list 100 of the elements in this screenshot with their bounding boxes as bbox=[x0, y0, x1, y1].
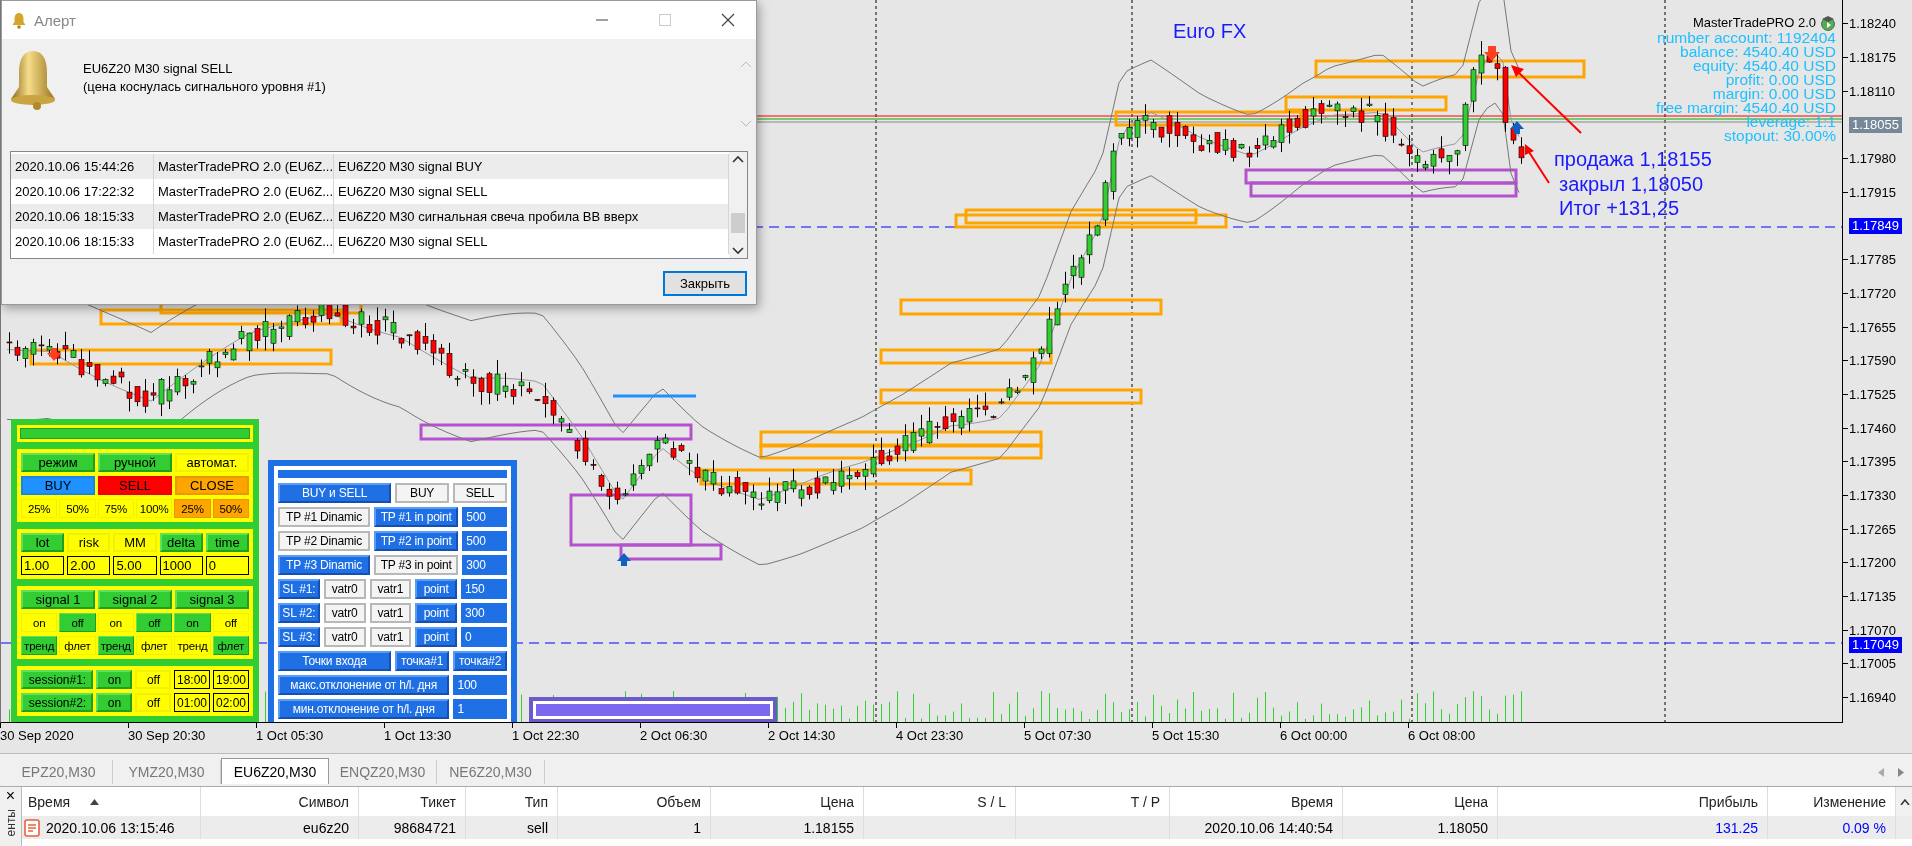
chart-tab[interactable]: EPZ20,M30 bbox=[5, 760, 113, 784]
input-field[interactable]: 01:00 bbox=[174, 693, 210, 712]
toggle-button[interactable]: SL #2: bbox=[278, 603, 320, 623]
toggle-button[interactable]: session#1: bbox=[21, 670, 93, 689]
action-button[interactable]: SELL bbox=[98, 476, 172, 495]
maximize-icon[interactable] bbox=[658, 13, 672, 27]
toggle-button[interactable]: delta bbox=[159, 533, 203, 552]
input-field[interactable]: 1 bbox=[453, 699, 507, 719]
toggle-button[interactable]: on bbox=[174, 613, 211, 632]
input-field[interactable]: 1000 bbox=[159, 556, 203, 575]
toggle-button[interactable]: vatr1 bbox=[369, 579, 412, 599]
toggle-button[interactable]: off bbox=[136, 613, 173, 632]
toggle-button[interactable]: off bbox=[135, 693, 171, 712]
table-row[interactable]: 2020.10.06 13:15:46 eu6z20 98684721 sell 1 1.18155 2020.10.06 14:40:54 1.18050 131.25 0.09 % bbox=[22, 816, 1912, 839]
action-button[interactable]: 25% bbox=[174, 499, 211, 518]
input-field[interactable]: 2.00 bbox=[67, 556, 111, 575]
input-field[interactable]: 1.00 bbox=[21, 556, 65, 575]
toggle-button[interactable]: point bbox=[415, 603, 458, 623]
toggle-button[interactable]: vatr1 bbox=[369, 603, 412, 623]
scroll-up-icon[interactable] bbox=[1899, 798, 1910, 805]
input-field[interactable]: 19:00 bbox=[213, 670, 249, 689]
toggle-button[interactable]: TP #3 in point bbox=[374, 555, 459, 575]
panel-label: енты bbox=[3, 809, 18, 837]
toggle-button[interactable]: risk bbox=[67, 533, 111, 552]
input-field[interactable]: 150 bbox=[461, 579, 507, 599]
toggle-button[interactable]: ручной bbox=[98, 453, 172, 472]
toggle-button[interactable]: BUY bbox=[395, 483, 450, 503]
chart-tab[interactable]: ENQZ20,M30 bbox=[329, 760, 437, 784]
toggle-button[interactable]: тренд bbox=[174, 636, 211, 655]
toggle-button[interactable]: TP #1 in point bbox=[374, 507, 459, 527]
toggle-button[interactable]: флет bbox=[212, 636, 249, 655]
annotation-text: Итог +131,25 bbox=[1558, 196, 1681, 220]
toggle-button[interactable]: 50% bbox=[59, 499, 96, 518]
chart-tab[interactable]: NE6Z20,M30 bbox=[437, 760, 545, 784]
account-info-text: margin: 0.00 USD bbox=[1712, 87, 1836, 101]
toggle-button[interactable]: point bbox=[415, 627, 458, 647]
close-icon[interactable]: × bbox=[5, 787, 16, 805]
toggle-button[interactable]: точка#1 bbox=[395, 651, 450, 671]
toggle-button[interactable]: SL #1: bbox=[278, 579, 320, 599]
toggle-button[interactable]: TP #2 in point bbox=[374, 531, 459, 551]
input-field[interactable]: 300 bbox=[462, 555, 507, 575]
toggle-button[interactable]: lot bbox=[21, 533, 65, 552]
toggle-button[interactable]: off bbox=[59, 613, 96, 632]
toggle-button[interactable]: signal 1 bbox=[21, 590, 95, 609]
toggle-button[interactable]: режим bbox=[21, 453, 95, 472]
toggle-button[interactable]: макс.отклонение от h/l. дня bbox=[278, 675, 450, 695]
toggle-button[interactable]: off bbox=[135, 670, 171, 689]
input-field[interactable]: 100 bbox=[453, 675, 507, 695]
toggle-button[interactable]: on bbox=[97, 613, 134, 632]
toggle-button[interactable]: 75% bbox=[97, 499, 134, 518]
toggle-button[interactable]: signal 3 bbox=[175, 590, 249, 609]
toggle-button[interactable]: флет bbox=[59, 636, 96, 655]
toggle-button[interactable]: vatr1 bbox=[369, 627, 412, 647]
action-button[interactable]: CLOSE bbox=[175, 476, 249, 495]
chart-tab[interactable]: EU6Z20,M30 bbox=[221, 758, 329, 784]
toggle-button[interactable]: time bbox=[205, 533, 249, 552]
toggle-button[interactable]: on bbox=[96, 670, 132, 689]
toggle-button[interactable]: Точки входа bbox=[278, 651, 392, 671]
scrollbar-thumb[interactable] bbox=[731, 213, 745, 233]
toggle-button[interactable]: TP #2 Dinamic bbox=[278, 531, 371, 551]
input-field[interactable]: 0 bbox=[205, 556, 249, 575]
input-field[interactable]: 500 bbox=[462, 507, 507, 527]
toggle-button[interactable]: TP #3 Dinamic bbox=[278, 555, 371, 575]
toggle-button[interactable]: тренд bbox=[21, 636, 58, 655]
toggle-button[interactable]: TP #1 Dinamic bbox=[278, 507, 371, 527]
toggle-button[interactable]: тренд bbox=[97, 636, 134, 655]
scroll-down-icon[interactable] bbox=[732, 247, 744, 255]
scroll-right-icon[interactable] bbox=[1898, 768, 1904, 777]
input-field[interactable]: 18:00 bbox=[174, 670, 210, 689]
scroll-left-icon[interactable] bbox=[1878, 768, 1884, 777]
toggle-button[interactable]: vatr0 bbox=[323, 603, 366, 623]
toggle-button[interactable]: session#2: bbox=[21, 693, 93, 712]
input-field[interactable]: 5.00 bbox=[113, 556, 157, 575]
toggle-button[interactable]: off bbox=[212, 613, 249, 632]
toggle-button[interactable]: 25% bbox=[21, 499, 58, 518]
action-button[interactable]: 50% bbox=[212, 499, 249, 518]
input-field[interactable]: 500 bbox=[462, 531, 507, 551]
toggle-button[interactable]: on bbox=[21, 613, 58, 632]
input-field[interactable]: 300 bbox=[461, 603, 507, 623]
close-icon[interactable] bbox=[721, 13, 735, 27]
toggle-button[interactable]: vatr0 bbox=[323, 627, 366, 647]
price-label: 1.18240 bbox=[1849, 16, 1896, 32]
toggle-button[interactable]: мин.отклонение от h/l. дня bbox=[278, 699, 450, 719]
scroll-up-icon[interactable] bbox=[732, 155, 744, 163]
toggle-button[interactable]: MM bbox=[113, 533, 157, 552]
toggle-button[interactable]: точка#2 bbox=[453, 651, 507, 671]
toggle-button[interactable]: флет bbox=[136, 636, 173, 655]
toggle-button[interactable]: SL #3: bbox=[278, 627, 320, 647]
toggle-button[interactable]: SELL bbox=[453, 483, 507, 503]
action-button[interactable]: BUY bbox=[21, 476, 95, 495]
input-field[interactable]: 0 bbox=[461, 627, 507, 647]
toggle-button[interactable]: автомат. bbox=[175, 453, 249, 472]
toggle-button[interactable]: 100% bbox=[136, 499, 173, 518]
toggle-button[interactable]: vatr0 bbox=[323, 579, 366, 599]
toggle-button[interactable]: on bbox=[96, 693, 132, 712]
toggle-button[interactable]: BUY и SELL bbox=[278, 483, 392, 503]
toggle-button[interactable]: point bbox=[415, 579, 458, 599]
close-button[interactable]: Закрыть bbox=[663, 271, 747, 296]
toggle-button[interactable]: signal 2 bbox=[98, 590, 172, 609]
input-field[interactable]: 02:00 bbox=[213, 693, 249, 712]
